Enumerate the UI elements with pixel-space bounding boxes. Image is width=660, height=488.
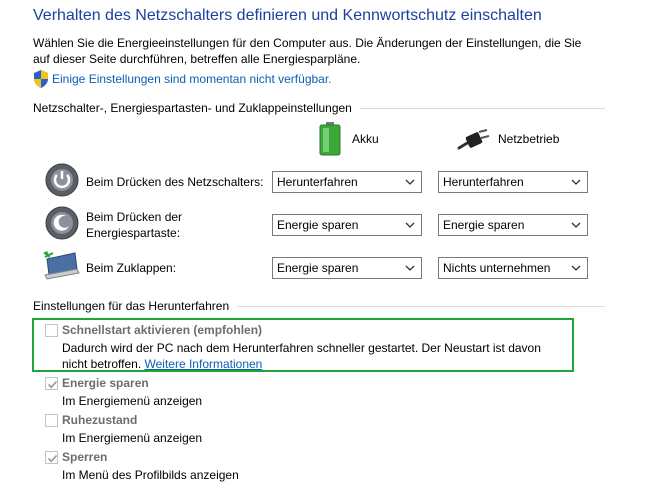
- unavailable-settings-link[interactable]: Einige Einstellungen sind momentan nicht…: [52, 72, 332, 86]
- col-power-label: Netzbetrieb: [498, 132, 560, 146]
- col-battery-label: Akku: [352, 132, 379, 146]
- hibernate-option-title: Ruhezustand: [62, 413, 138, 427]
- power-plug-icon: [457, 129, 490, 150]
- fast-startup-checkbox[interactable]: [45, 324, 58, 337]
- checkmark-icon: [47, 454, 58, 463]
- lid-close-power-select[interactable]: Nichts unternehmen: [438, 257, 588, 279]
- hibernate-option-desc: Im Energiemenü anzeigen: [62, 431, 203, 445]
- shutdown-section-header: Einstellungen für das Herunterfahren: [33, 299, 605, 313]
- chevron-down-icon: [571, 179, 581, 185]
- hibernate-checkbox[interactable]: [45, 414, 58, 427]
- battery-icon: [319, 122, 341, 156]
- power-button-battery-select[interactable]: Herunterfahren: [272, 171, 422, 193]
- lock-option-title: Sperren: [62, 450, 108, 464]
- sleep-button-label-line2: Energiespartaste:: [86, 226, 181, 240]
- fast-startup-desc: Dadurch wird der PC nach dem Herunterfah…: [62, 340, 567, 372]
- power-button-icon: [45, 163, 79, 197]
- buttons-section-title: Netzschalter-, Energiespartasten- und Zu…: [33, 101, 352, 115]
- section-divider: [359, 107, 605, 109]
- checkmark-icon: [47, 380, 58, 389]
- sleep-option-title: Energie sparen: [62, 376, 149, 390]
- page-title: Verhalten des Netzschalters definieren u…: [33, 7, 542, 24]
- sleep-checkbox[interactable]: [45, 377, 58, 390]
- chevron-down-icon: [405, 179, 415, 185]
- buttons-section-header: Netzschalter-, Energiespartasten- und Zu…: [33, 101, 605, 115]
- lid-close-battery-select[interactable]: Energie sparen: [272, 257, 422, 279]
- sleep-button-power-select[interactable]: Energie sparen: [438, 214, 588, 236]
- select-value: Herunterfahren: [277, 175, 358, 189]
- chevron-down-icon: [571, 265, 581, 271]
- lock-option-desc: Im Menü des Profilbilds anzeigen: [62, 468, 239, 482]
- uac-shield-icon: [34, 70, 48, 88]
- chevron-down-icon: [571, 222, 581, 228]
- sleep-option-desc: Im Energiemenü anzeigen: [62, 394, 203, 408]
- sleep-button-label: Beim Drücken der Energiespartaste:: [86, 209, 182, 241]
- power-button-power-select[interactable]: Herunterfahren: [438, 171, 588, 193]
- shutdown-section-title: Einstellungen für das Herunterfahren: [33, 299, 230, 313]
- fast-startup-title: Schnellstart aktivieren (empfohlen): [62, 323, 263, 337]
- laptop-lid-icon: [43, 251, 80, 280]
- select-value: Energie sparen: [443, 218, 525, 232]
- page-description: Wählen Sie die Energieeinstellungen für …: [33, 36, 582, 66]
- lock-checkbox[interactable]: [45, 451, 58, 464]
- section-divider: [237, 305, 605, 307]
- power-button-label: Beim Drücken des Netzschalters:: [86, 175, 264, 189]
- select-value: Energie sparen: [277, 218, 359, 232]
- sleep-button-label-line1: Beim Drücken der: [86, 210, 183, 224]
- select-value: Energie sparen: [277, 261, 359, 275]
- fast-startup-desc-text: Dadurch wird der PC nach dem Herunterfah…: [62, 341, 541, 371]
- lid-close-label: Beim Zuklappen:: [86, 261, 177, 275]
- sleep-button-icon: [45, 206, 79, 240]
- chevron-down-icon: [405, 265, 415, 271]
- chevron-down-icon: [405, 222, 415, 228]
- sleep-button-battery-select[interactable]: Energie sparen: [272, 214, 422, 236]
- select-value: Nichts unternehmen: [443, 261, 551, 275]
- select-value: Herunterfahren: [443, 175, 524, 189]
- more-info-link[interactable]: Weitere Informationen: [145, 357, 263, 371]
